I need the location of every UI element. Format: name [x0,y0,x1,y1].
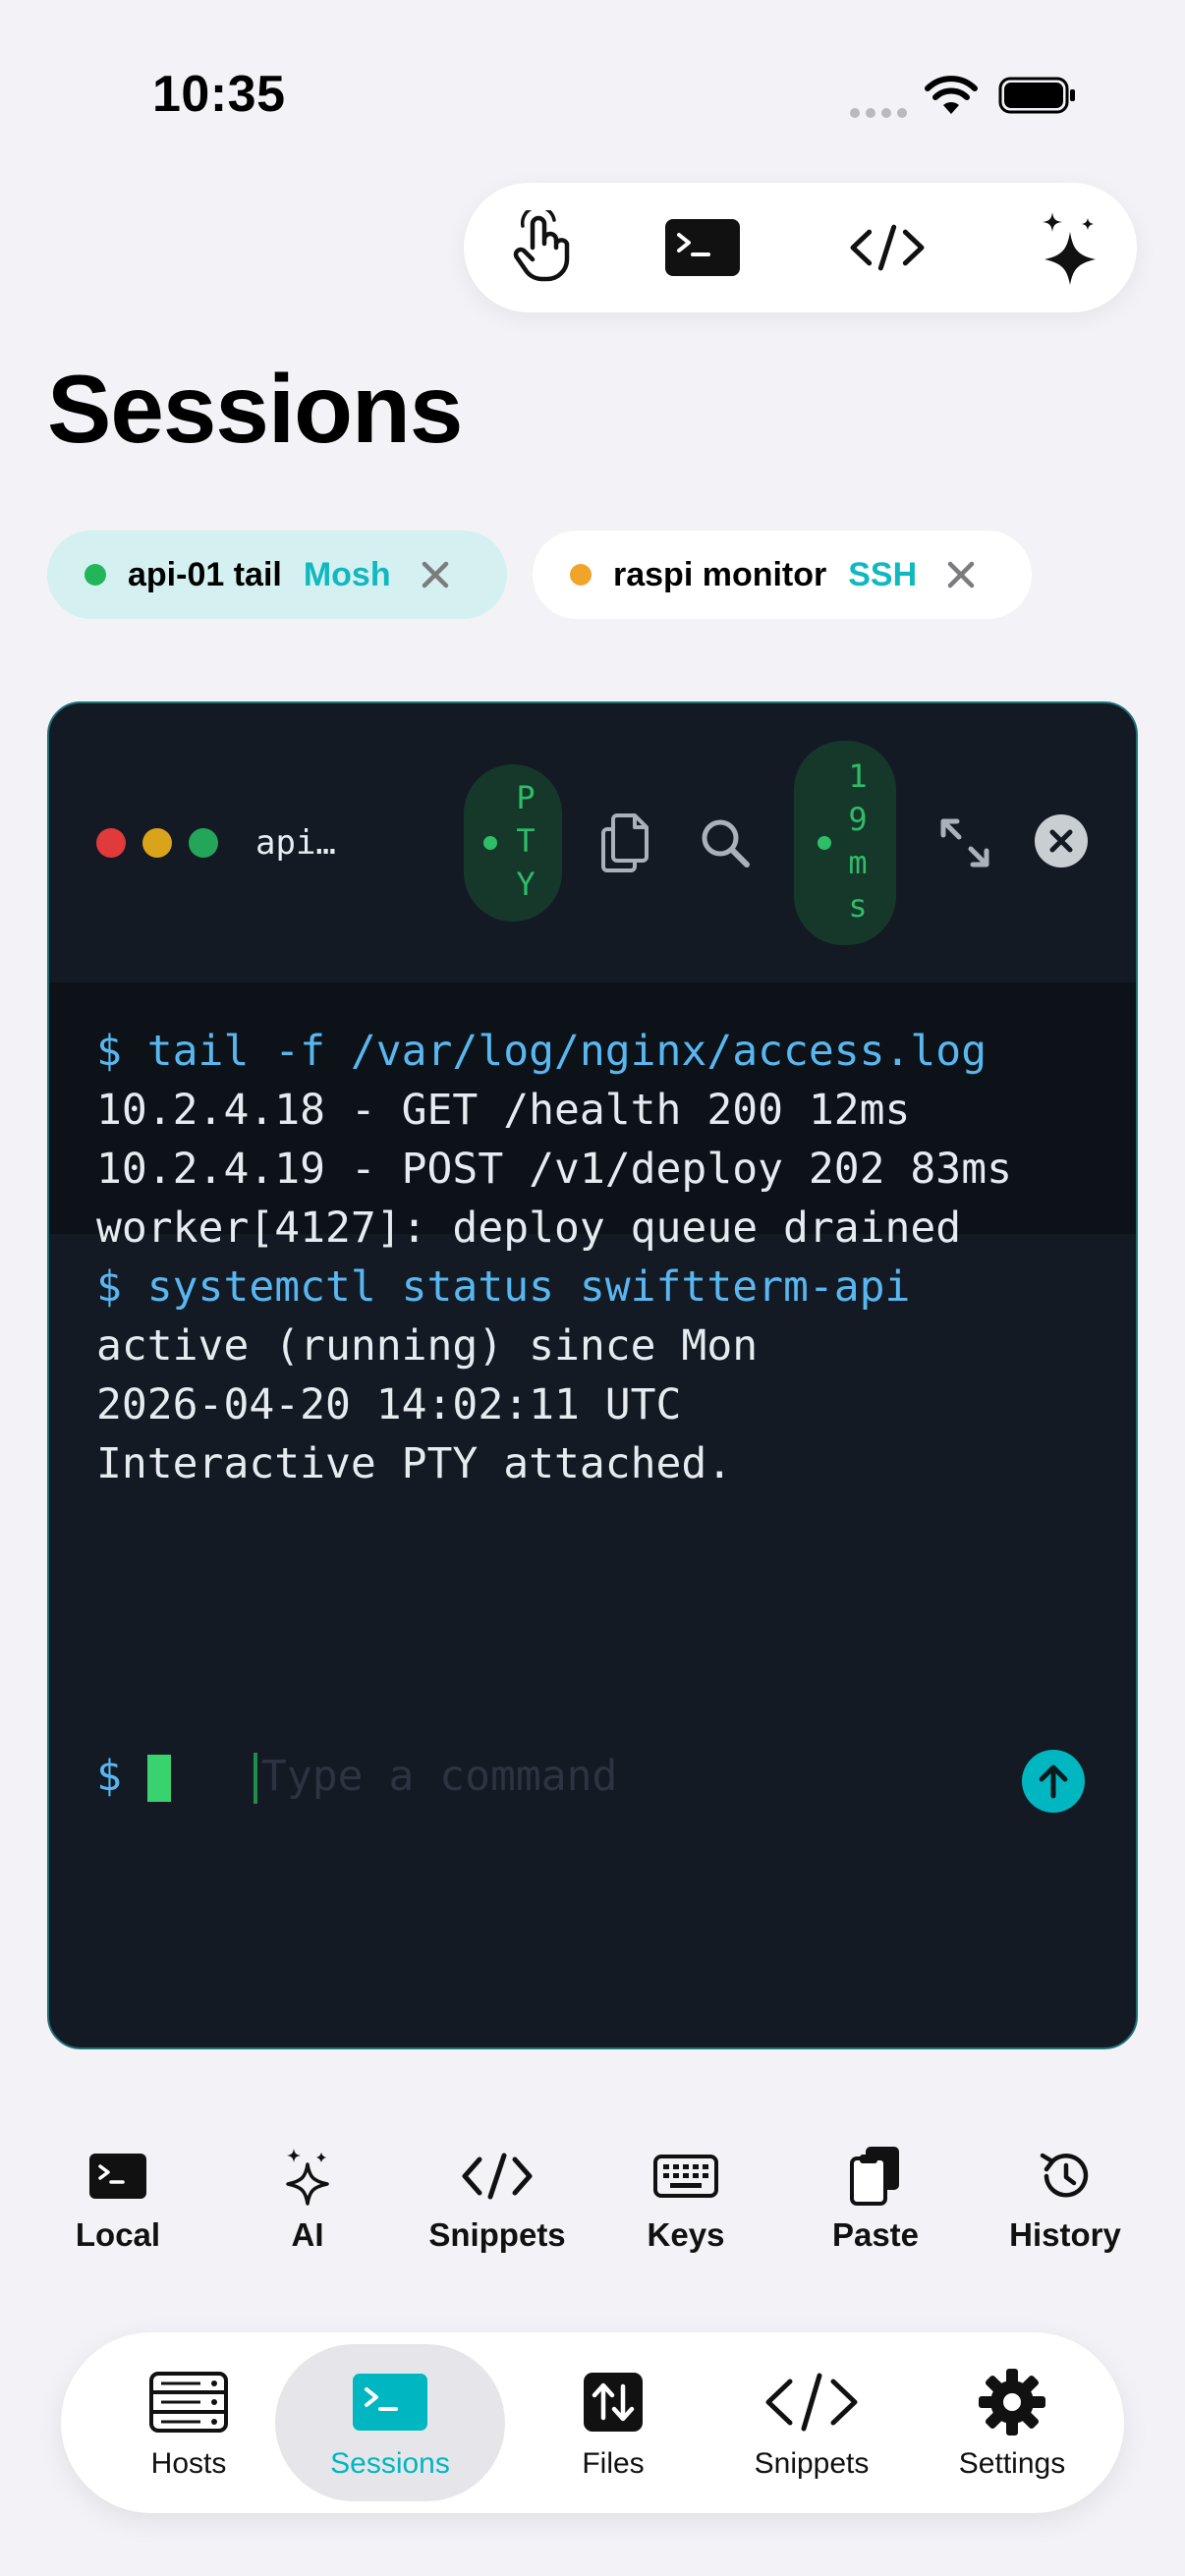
quick-action-label: AI [291,2216,324,2253]
tab-label: Snippets [754,2447,870,2480]
status-time: 10:35 [152,66,286,123]
close-session-button[interactable] [1032,812,1091,870]
quick-action-label: Snippets [428,2216,566,2253]
copy-button[interactable] [595,812,658,874]
code-icon [765,2373,858,2432]
terminal-output: $ tail -f /var/log/nginx/access.log 10.2… [49,982,1136,1488]
output-line: active (running) since Mon [96,1321,759,1371]
tab-label: Hosts [150,2447,227,2480]
tab-files[interactable]: Files [515,2344,711,2501]
session-protocol: SSH [848,555,918,593]
prompt-symbol: $ [96,1752,122,1801]
session-chip-label: api-01 tail [128,555,282,593]
session-chip-api-01[interactable]: api-01 tail Mosh [47,531,507,619]
quick-action-label: Keys [647,2216,725,2253]
status-dot [483,836,497,850]
block-cursor [147,1755,171,1802]
session-chip-raspi[interactable]: raspi monitor SSH [533,531,1032,619]
badge-char: 9 [848,801,868,838]
terminal-icon [665,219,740,276]
page-title: Sessions [47,355,463,463]
output-line: Interactive PTY attached. [96,1439,733,1488]
quick-action-ai[interactable]: AI [219,2142,396,2254]
badge-char: T [516,822,536,860]
terminal-mode-button[interactable] [663,208,742,287]
output-line: worker[4127]: deploy queue drained [96,1204,962,1253]
tab-bar: Hosts Sessions Files Snippets Settings [61,2332,1124,2513]
keyboard-icon [653,2155,718,2198]
terminal-header: api… P T Y 1 9 m s [49,703,1136,982]
output-line: $ tail -f /var/log/nginx/access.log [96,1027,988,1076]
tab-sessions[interactable]: Sessions [275,2344,505,2501]
quick-action-paste[interactable]: Paste [787,2142,964,2254]
code-mode-button[interactable] [848,208,927,287]
quick-action-label: History [1009,2216,1121,2253]
terminal-icon [353,2374,427,2431]
expand-button[interactable] [933,812,996,874]
command-prompt: $ [96,1747,1089,1806]
status-dot [85,564,106,586]
battery-icon [998,77,1075,114]
quick-action-history[interactable]: History [977,2142,1154,2254]
tab-hosts[interactable]: Hosts [90,2344,287,2501]
tab-label: Settings [958,2447,1066,2480]
quick-action-local[interactable]: Local [29,2142,206,2254]
arrow-up-icon [1039,1764,1068,1799]
output-line: 2026-04-20 14:02:11 UTC [96,1380,682,1429]
quick-action-label: Local [75,2216,161,2253]
status-dot [818,836,831,850]
copy-icon [601,813,649,872]
search-icon [702,819,750,868]
command-input[interactable] [261,1747,949,1806]
close-icon[interactable] [419,558,452,591]
sparkles-icon [1043,212,1096,285]
quick-action-snippets[interactable]: Snippets [409,2142,586,2254]
status-dot [570,564,592,586]
tab-settings[interactable]: Settings [914,2344,1110,2501]
gear-icon [979,2369,1045,2436]
history-icon [1040,2153,1089,2198]
search-button[interactable] [694,812,757,874]
sparkles-icon [286,2149,329,2206]
close-dot[interactable] [96,828,126,858]
badge-char: m [848,844,868,881]
wifi-icon [925,76,978,114]
ai-mode-button[interactable] [1032,208,1110,287]
output-line: 10.2.4.19 - POST /v1/deploy 202 83ms [96,1145,1012,1194]
close-circle-icon [1035,814,1088,868]
quick-action-keys[interactable]: Keys [597,2142,774,2254]
zoom-dot[interactable] [189,828,218,858]
touch-mode-button[interactable] [505,208,584,287]
terminal-title: api… [255,823,336,863]
code-icon [850,224,925,271]
session-chip-label: raspi monitor [613,555,827,593]
transfer-icon [584,2373,643,2432]
code-icon [462,2153,533,2200]
tab-snippets[interactable]: Snippets [713,2344,910,2501]
quick-action-label: Paste [831,2216,920,2253]
session-protocol: Mosh [303,555,391,593]
minimize-dot[interactable] [142,828,172,858]
badge-char: s [848,887,868,924]
close-icon[interactable] [944,558,978,591]
send-command-button[interactable] [1022,1750,1085,1813]
text-caret [254,1753,257,1804]
badge-char: Y [516,866,536,903]
paste-icon [850,2147,899,2206]
expand-icon [940,818,989,868]
server-icon [149,2372,228,2433]
badge-char: 1 [848,757,868,795]
terminal-window[interactable]: api… P T Y 1 9 m s $ tail -f /var/log/ng… [47,701,1138,2049]
tab-label: Files [582,2447,645,2480]
tab-label: Sessions [330,2447,450,2480]
output-line: 10.2.4.18 - GET /health 200 12ms [96,1086,911,1135]
hand-tap-icon [513,210,570,282]
cellular-signal-icon [850,105,913,123]
pty-badge: P T Y [464,764,562,922]
output-line: $ systemctl status swiftterm-api [96,1262,911,1312]
mode-toolbar [464,183,1137,312]
latency-badge: 1 9 m s [794,741,896,945]
badge-char: P [516,779,536,816]
terminal-icon [89,2154,146,2199]
